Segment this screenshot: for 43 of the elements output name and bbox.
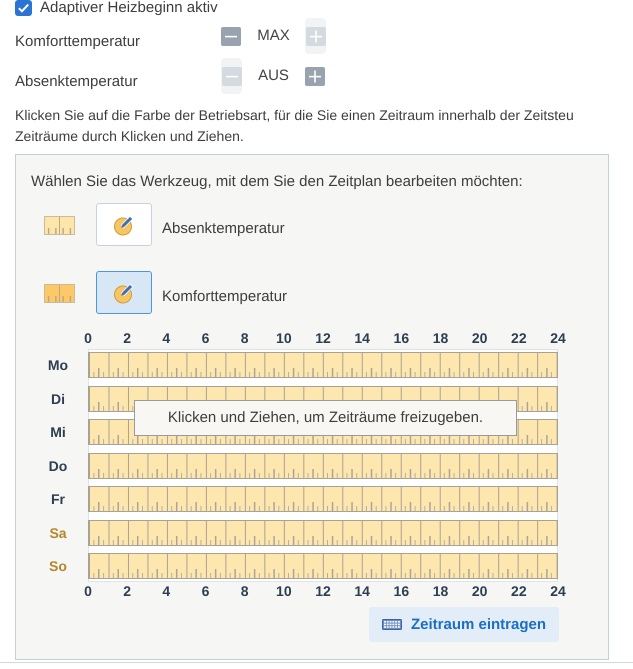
instruction-text: Klicken Sie auf die Farbe der Betriebsart, für die Sie einen Zeitraum innerhalb der Zeitsteu Zeiträume durch Klicken und Ziehen. (15, 106, 575, 146)
hour-label: 10 (275, 583, 293, 599)
setting-value: AUS (257, 66, 290, 86)
tool-label: Absenktemperatur (162, 218, 285, 238)
setting-label: Komforttemperatur (15, 32, 142, 52)
hour-label: 12 (314, 583, 332, 599)
hour-label: 18 (432, 583, 450, 599)
hour-label: 6 (200, 583, 210, 599)
hour-label: 6 (200, 330, 210, 346)
hour-label: 20 (470, 583, 488, 599)
day-label: Do (48, 456, 68, 476)
day-label: Sa (48, 524, 68, 542)
checkbox-label: Adaptiver Heizbeginn aktiv (40, 0, 218, 16)
tool-label: Komforttemperatur (162, 286, 288, 306)
day-label: Mi (49, 423, 67, 442)
setting-label: Absenktemperatur (15, 72, 139, 92)
hour-label: 24 (549, 330, 567, 346)
day-label: Mo (46, 356, 70, 375)
hour-label: 18 (432, 330, 450, 346)
hour-label: 16 (392, 330, 410, 346)
hour-label: 2 (122, 583, 132, 599)
hour-label: 22 (510, 330, 528, 346)
tool-prompt: Wählen Sie das Werkzeug, mit dem Sie den Zeitplan bearbeiten möchten: (31, 172, 524, 192)
day-label: Fr (50, 490, 66, 509)
hour-label: 16 (392, 583, 410, 599)
hour-label: 10 (275, 330, 293, 346)
hour-label: 20 (470, 330, 488, 346)
hour-label: 14 (353, 583, 371, 599)
day-label: Di (50, 390, 66, 408)
hour-label: 22 (510, 583, 528, 599)
hour-label: 14 (353, 330, 371, 346)
hour-label: 24 (549, 583, 567, 599)
tooltip: Klicken und Ziehen, um Zeiträume freizugeben. (134, 400, 517, 436)
hour-label: 8 (240, 330, 250, 346)
day-label: So (48, 557, 68, 576)
hour-label: 4 (161, 583, 172, 599)
hour-label: 4 (161, 330, 172, 346)
hour-label: 0 (83, 330, 93, 346)
hour-label: 2 (122, 330, 132, 346)
setting-value: MAX (256, 26, 291, 46)
hour-label: 12 (314, 330, 332, 346)
hour-label: 0 (83, 583, 93, 599)
hour-label: 8 (240, 583, 250, 599)
